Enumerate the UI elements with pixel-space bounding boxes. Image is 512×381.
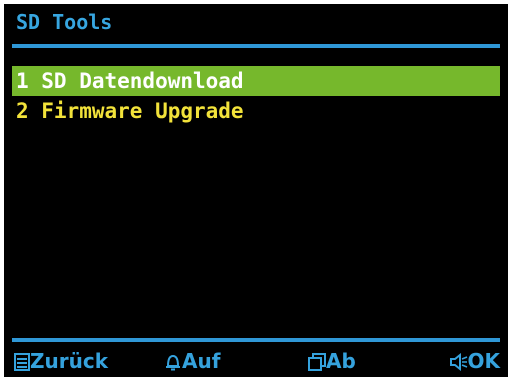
menu-item-sd-datendownload[interactable]: 1 SD Datendownload [12, 66, 500, 96]
menu-list: 1 SD Datendownload 2 Firmware Upgrade [12, 66, 500, 126]
softkey-bar: Zurück Auf Ab OK [14, 346, 500, 376]
up-label: Auf [182, 349, 221, 373]
ok-button[interactable]: OK [449, 346, 501, 376]
device-screen: SD Tools 1 SD Datendownload 2 Firmware U… [4, 4, 508, 377]
speaker-icon [449, 349, 468, 373]
down-label: Ab [326, 349, 356, 373]
back-button[interactable]: Zurück [14, 346, 108, 376]
up-button[interactable]: Auf [164, 346, 220, 376]
footer-divider [12, 338, 500, 342]
ok-label: OK [467, 349, 501, 373]
copy-icon [308, 349, 326, 373]
screen-title: SD Tools [16, 10, 113, 34]
down-button[interactable]: Ab [308, 346, 356, 376]
back-label: Zurück [30, 349, 108, 373]
header-divider [12, 44, 500, 48]
list-icon [14, 349, 30, 373]
bell-icon [164, 349, 182, 373]
menu-item-firmware-upgrade[interactable]: 2 Firmware Upgrade [12, 96, 500, 126]
